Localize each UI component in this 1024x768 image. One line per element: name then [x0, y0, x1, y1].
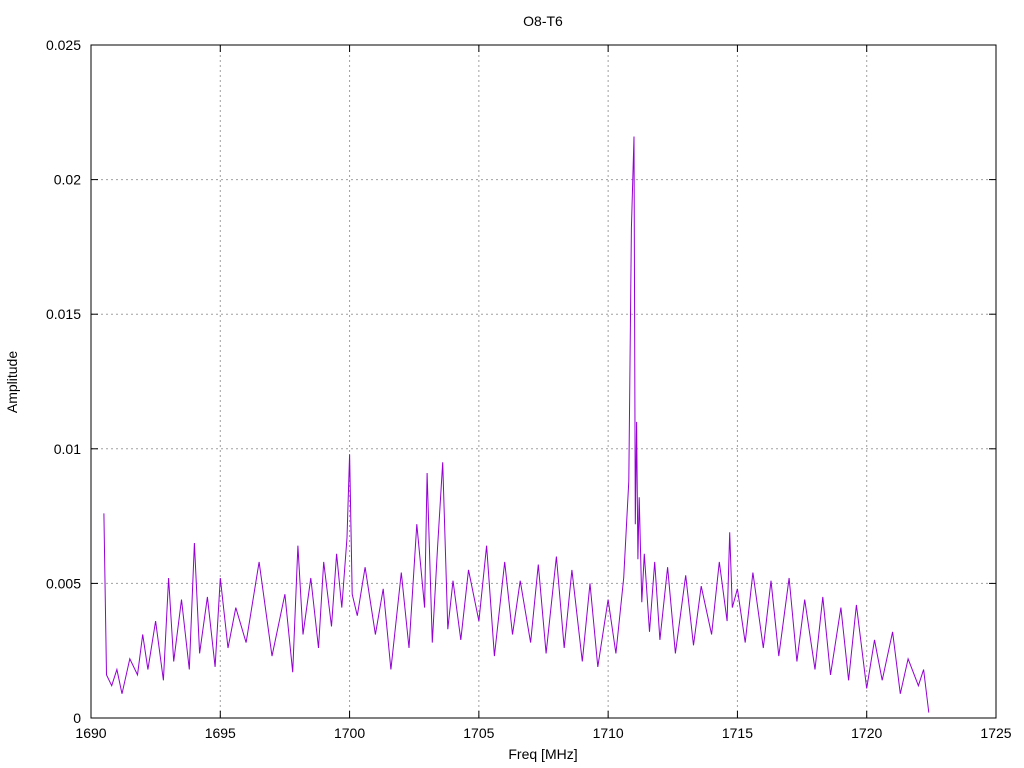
x-tick-label: 1725 — [980, 725, 1011, 741]
x-tick-label: 1710 — [593, 725, 624, 741]
chart-title: O8-T6 — [523, 13, 563, 29]
x-tick-label: 1720 — [851, 725, 882, 741]
plot-frame — [90, 44, 997, 719]
y-tick-label: 0.025 — [46, 37, 81, 53]
amplitude-chart: 1690 1695 1700 1705 1710 1715 1720 1725 0 0.005 0.… — [4, 13, 1012, 762]
series-line — [103, 136, 930, 713]
y-tick-label: 0.02 — [54, 172, 81, 188]
grid — [91, 45, 996, 718]
x-tick-label: 1700 — [334, 725, 365, 741]
x-tick-label: 1705 — [463, 725, 494, 741]
x-tick-label: 1690 — [75, 725, 106, 741]
y-tick-label: 0 — [73, 710, 81, 726]
x-tick-label: 1695 — [205, 725, 236, 741]
axis-ticks — [90, 44, 997, 719]
y-tick-label: 0.005 — [46, 575, 81, 591]
y-tick-label: 0.01 — [54, 441, 81, 457]
x-axis-label: Freq [MHz] — [508, 746, 577, 762]
y-tick-label: 0.015 — [46, 306, 81, 322]
x-tick-label: 1715 — [722, 725, 753, 741]
y-axis-label: Amplitude — [4, 351, 20, 413]
